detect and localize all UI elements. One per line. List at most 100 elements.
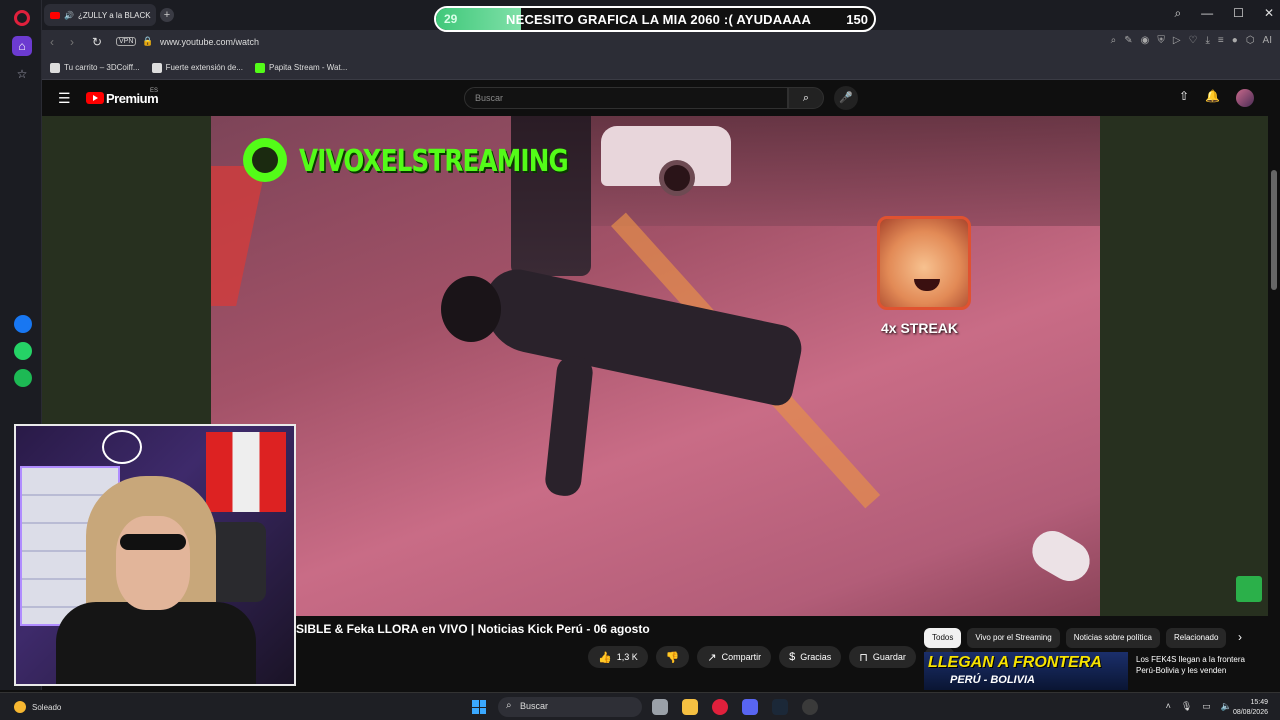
home-icon[interactable]: ⌂: [12, 36, 32, 56]
menu-lines-icon[interactable]: ≡: [1218, 35, 1224, 46]
shield-icon[interactable]: ⛨: [1157, 35, 1165, 46]
clock-time: 15:49: [1250, 699, 1268, 706]
obs-icon[interactable]: [802, 699, 818, 715]
chevron-right-icon[interactable]: ›: [1238, 630, 1242, 644]
browser-tab[interactable]: 🔊 ¿ZULLY a la BLACK: [44, 4, 156, 26]
person-head: [441, 276, 501, 342]
video-player[interactable]: VIVOXELSTREAMING 4x STREAK: [211, 116, 1100, 616]
lock-icon[interactable]: 🔒: [142, 36, 153, 47]
star-icon[interactable]: ☆: [12, 64, 32, 84]
bookmark-item[interactable]: Tu carrito – 3DCoiff...: [50, 62, 140, 73]
vpn-badge[interactable]: VPN: [116, 37, 137, 46]
opera-logo-icon[interactable]: [14, 10, 30, 26]
thumb-subtext: PERÚ - BOLIVIA: [950, 674, 1035, 686]
recommendation-title[interactable]: Los FEK4S llegan a la frontera Perú-Boli…: [1136, 654, 1266, 676]
chevron-up-icon[interactable]: ˄: [1166, 701, 1171, 712]
kick-badge-icon: [1236, 576, 1262, 602]
share-icon: ↗: [707, 651, 717, 664]
thanks-button[interactable]: $ Gracias: [779, 646, 842, 668]
channel-logo-icon: [243, 138, 287, 182]
opera-icon[interactable]: [712, 699, 728, 715]
url-field[interactable]: www.youtube.com/watch: [160, 37, 259, 47]
steam-icon[interactable]: [772, 699, 788, 715]
address-bar-row: ‹ › ↻ VPN 🔒 www.youtube.com/watch ⌕ ✎ ◉ …: [42, 30, 1280, 56]
discord-icon[interactable]: [742, 699, 758, 715]
messenger-icon[interactable]: [14, 315, 32, 333]
play-icon[interactable]: ▷: [1173, 35, 1181, 46]
channel-overlay-name: VIVOXELSTREAMING: [299, 144, 569, 179]
streak-text: 4x STREAK: [881, 320, 959, 336]
save-button[interactable]: ⊓ Guardar: [849, 646, 916, 668]
display-icon[interactable]: ▭: [1202, 701, 1211, 712]
chip-politics[interactable]: Noticias sobre política: [1065, 628, 1160, 648]
recommendation-thumbnail[interactable]: LLEGAN A FRONTERA PERÚ - BOLIVIA: [924, 652, 1128, 690]
camera-icon[interactable]: ◉: [1141, 35, 1150, 46]
chip-streaming[interactable]: Vivo por el Streaming: [967, 628, 1060, 648]
toolbar-icons: ⌕ ✎ ◉ ⛨ ▷ ♡ ⤓ ≡ ● ⬡ AI: [1111, 35, 1272, 46]
hamburger-menu-icon[interactable]: ☰: [58, 90, 71, 107]
task-view-icon[interactable]: [652, 699, 668, 715]
taskbar-search[interactable]: Buscar: [498, 697, 642, 717]
weather-widget[interactable]: Soleado: [14, 701, 61, 713]
mic-tray-icon[interactable]: 🎙: [1181, 701, 1192, 712]
chip-related[interactable]: Relacionado: [1165, 628, 1227, 648]
new-tab-button[interactable]: +: [160, 8, 174, 22]
edit-icon[interactable]: ✎: [1124, 35, 1132, 46]
download-icon[interactable]: ⤓: [1206, 35, 1210, 46]
search-input[interactable]: Buscar: [464, 87, 788, 109]
like-button[interactable]: 👍 1,3 K: [588, 646, 648, 668]
bookmark-favicon-icon: [50, 62, 60, 73]
search-button[interactable]: ⌕: [788, 87, 824, 109]
thumb-text: LLEGAN A FRONTERA: [928, 654, 1102, 671]
clock-date: 08/08/2026: [1232, 709, 1268, 716]
upload-icon[interactable]: ⇧: [1179, 89, 1189, 107]
reload-icon[interactable]: ↻: [92, 35, 102, 49]
chip-all[interactable]: Todos: [924, 628, 962, 648]
video-actions: 👍1,3 K 👎 ↗Compartir $Gracias ⊓Guardar ⋯: [588, 646, 955, 668]
forward-icon[interactable]: ›: [70, 35, 74, 49]
file-explorer-icon[interactable]: [682, 699, 698, 715]
like-count: 1,3 K: [616, 652, 638, 662]
bookmarks-bar: Tu carrito – 3DCoiff... Fuerte extensión…: [42, 56, 1280, 80]
spotify-icon[interactable]: [14, 369, 32, 387]
sun-icon: [14, 701, 26, 713]
start-button[interactable]: [472, 700, 486, 714]
zoom-icon[interactable]: ⌕: [1111, 35, 1117, 46]
bookmark-item[interactable]: Fuerte extensión de...: [151, 62, 243, 73]
streamer-face: [116, 516, 190, 610]
page-scrollbar[interactable]: [1268, 80, 1280, 690]
heart-icon[interactable]: ♡: [1189, 35, 1198, 46]
mic-icon[interactable]: 🎤: [834, 86, 858, 110]
video-red-object: [211, 166, 266, 306]
windows-taskbar: Soleado Buscar ˄ 🎙 ▭ 🔈 15:49 08/08/2026: [0, 692, 1280, 720]
back-icon[interactable]: ‹: [50, 35, 54, 49]
maximize-button[interactable]: ☐: [1233, 6, 1244, 21]
goal-text: NECESITO GRAFICA LA MIA 2060 :( AYUDAAAA: [506, 12, 812, 27]
dislike-button[interactable]: 👎: [655, 646, 690, 668]
volume-icon[interactable]: 🔈: [1221, 701, 1232, 712]
ai-button[interactable]: AI: [1263, 35, 1272, 46]
avatar[interactable]: [1236, 89, 1254, 107]
scroll-thumb[interactable]: [1271, 170, 1277, 290]
goal-target: 150: [846, 12, 868, 27]
person-body: [476, 263, 806, 409]
thumbs-up-icon: 👍: [598, 651, 612, 664]
streak-emote-icon: [877, 216, 971, 310]
tab-title: ¿ZULLY a la BLACK: [77, 10, 151, 20]
youtube-logo-icon[interactable]: [86, 92, 104, 104]
kick-favicon-icon: [254, 62, 265, 73]
taskbar-clock[interactable]: 15:49 08/08/2026: [1233, 698, 1268, 718]
share-button[interactable]: ↗ Compartir: [697, 646, 772, 668]
browser-search-icon[interactable]: ⌕: [1174, 6, 1181, 21]
whatsapp-icon[interactable]: [14, 342, 32, 360]
bookmark-label: Papita Stream - Wat...: [268, 63, 348, 72]
speaker-icon[interactable]: 🔊: [64, 11, 74, 20]
minimize-button[interactable]: —: [1201, 6, 1213, 21]
notifications-icon[interactable]: 🔔: [1205, 89, 1220, 107]
bookmark-item[interactable]: Papita Stream - Wat...: [254, 62, 348, 73]
profile-icon[interactable]: ●: [1232, 35, 1238, 46]
extension-icon[interactable]: ⬡: [1246, 35, 1255, 46]
close-button[interactable]: ✕: [1264, 6, 1274, 21]
system-tray: ˄ 🎙 ▭ 🔈: [1166, 701, 1232, 712]
video-shoe: [1025, 523, 1097, 589]
